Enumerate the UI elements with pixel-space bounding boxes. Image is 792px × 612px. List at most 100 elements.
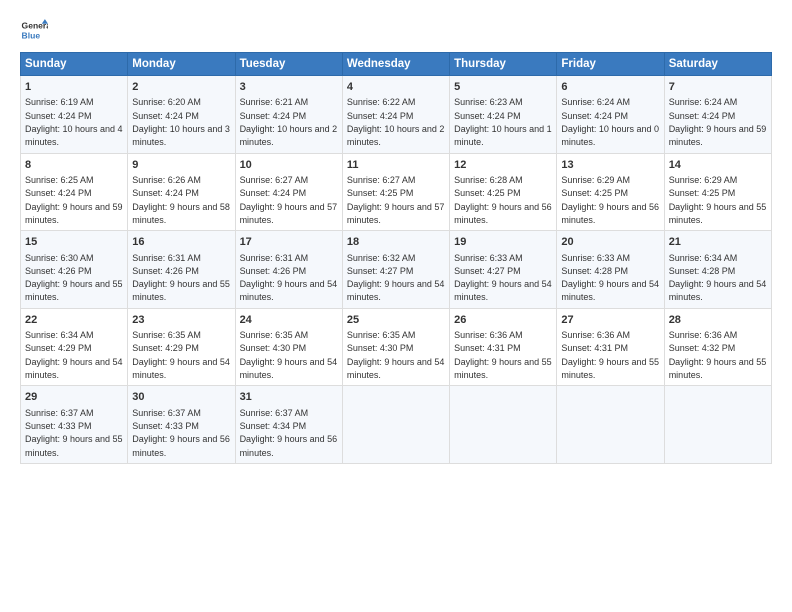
calendar-cell: 30 Sunrise: 6:37 AMSunset: 4:33 PMDayligh… <box>128 386 235 464</box>
calendar-cell: 7 Sunrise: 6:24 AMSunset: 4:24 PMDaylight… <box>664 76 771 154</box>
generalblue-logo-icon: General Blue <box>20 16 48 44</box>
cell-content: Sunrise: 6:20 AMSunset: 4:24 PMDaylight:… <box>132 97 230 147</box>
cell-content: Sunrise: 6:31 AMSunset: 4:26 PMDaylight:… <box>132 253 230 303</box>
calendar-cell: 14 Sunrise: 6:29 AMSunset: 4:25 PMDayligh… <box>664 153 771 231</box>
calendar-cell: 26 Sunrise: 6:36 AMSunset: 4:31 PMDayligh… <box>450 308 557 386</box>
day-number: 18 <box>347 235 445 250</box>
day-number: 3 <box>240 80 338 95</box>
calendar-cell: 28 Sunrise: 6:36 AMSunset: 4:32 PMDayligh… <box>664 308 771 386</box>
day-number: 8 <box>25 158 123 173</box>
calendar-cell: 17Sunrise: 6:31 AMSunset: 4:26 PMDayligh… <box>235 231 342 309</box>
cell-content: Sunrise: 6:22 AMSunset: 4:24 PMDaylight:… <box>347 97 445 147</box>
day-number: 7 <box>669 80 767 95</box>
cell-content: Sunrise: 6:30 AMSunset: 4:26 PMDaylight:… <box>25 253 123 303</box>
day-number: 14 <box>669 158 767 173</box>
day-number: 16 <box>132 235 230 250</box>
calendar-cell: 10 Sunrise: 6:27 AMSunset: 4:24 PMDayligh… <box>235 153 342 231</box>
logo: General Blue <box>20 16 48 44</box>
cell-content: Sunrise: 6:26 AMSunset: 4:24 PMDaylight:… <box>132 175 230 225</box>
cell-content: Sunrise: 6:36 AMSunset: 4:31 PMDaylight:… <box>454 330 552 380</box>
header: General Blue <box>20 16 772 44</box>
calendar-cell: 8Sunrise: 6:25 AMSunset: 4:24 PMDaylight… <box>21 153 128 231</box>
calendar-cell: 4 Sunrise: 6:22 AMSunset: 4:24 PMDaylight… <box>342 76 449 154</box>
cell-content: Sunrise: 6:32 AMSunset: 4:27 PMDaylight:… <box>347 253 445 303</box>
cell-content: Sunrise: 6:31 AMSunset: 4:26 PMDaylight:… <box>240 253 338 303</box>
calendar-header-row: SundayMondayTuesdayWednesdayThursdayFrid… <box>21 53 772 76</box>
day-number: 19 <box>454 235 552 250</box>
calendar-cell: 2Sunrise: 6:20 AMSunset: 4:24 PMDaylight… <box>128 76 235 154</box>
col-header-saturday: Saturday <box>664 53 771 76</box>
calendar-cell <box>342 386 449 464</box>
day-number: 22 <box>25 313 123 328</box>
calendar-cell: 16 Sunrise: 6:31 AMSunset: 4:26 PMDayligh… <box>128 231 235 309</box>
day-number: 21 <box>669 235 767 250</box>
day-number: 13 <box>561 158 659 173</box>
cell-content: Sunrise: 6:29 AMSunset: 4:25 PMDaylight:… <box>669 175 767 225</box>
day-number: 11 <box>347 158 445 173</box>
cell-content: Sunrise: 6:37 AMSunset: 4:34 PMDaylight:… <box>240 408 338 458</box>
day-number: 30 <box>132 390 230 405</box>
calendar-cell <box>557 386 664 464</box>
calendar-cell: 19 Sunrise: 6:33 AMSunset: 4:27 PMDayligh… <box>450 231 557 309</box>
day-number: 24 <box>240 313 338 328</box>
col-header-monday: Monday <box>128 53 235 76</box>
calendar-week-4: 22Sunrise: 6:34 AMSunset: 4:29 PMDayligh… <box>21 308 772 386</box>
day-number: 27 <box>561 313 659 328</box>
cell-content: Sunrise: 6:37 AMSunset: 4:33 PMDaylight:… <box>132 408 230 458</box>
calendar-cell: 13Sunrise: 6:29 AMSunset: 4:25 PMDayligh… <box>557 153 664 231</box>
col-header-friday: Friday <box>557 53 664 76</box>
day-number: 25 <box>347 313 445 328</box>
calendar-cell: 20 Sunrise: 6:33 AMSunset: 4:28 PMDayligh… <box>557 231 664 309</box>
calendar-cell: 18 Sunrise: 6:32 AMSunset: 4:27 PMDayligh… <box>342 231 449 309</box>
day-number: 5 <box>454 80 552 95</box>
day-number: 29 <box>25 390 123 405</box>
cell-content: Sunrise: 6:27 AMSunset: 4:25 PMDaylight:… <box>347 175 445 225</box>
day-number: 28 <box>669 313 767 328</box>
calendar-cell: 15Sunrise: 6:30 AMSunset: 4:26 PMDayligh… <box>21 231 128 309</box>
day-number: 9 <box>132 158 230 173</box>
day-number: 4 <box>347 80 445 95</box>
calendar-cell: 9 Sunrise: 6:26 AMSunset: 4:24 PMDaylight… <box>128 153 235 231</box>
col-header-wednesday: Wednesday <box>342 53 449 76</box>
day-number: 10 <box>240 158 338 173</box>
calendar-cell: 1Sunrise: 6:19 AMSunset: 4:24 PMDaylight… <box>21 76 128 154</box>
svg-text:Blue: Blue <box>22 31 41 41</box>
calendar-week-2: 8Sunrise: 6:25 AMSunset: 4:24 PMDaylight… <box>21 153 772 231</box>
calendar-cell: 24Sunrise: 6:35 AMSunset: 4:30 PMDayligh… <box>235 308 342 386</box>
calendar-cell: 21 Sunrise: 6:34 AMSunset: 4:28 PMDayligh… <box>664 231 771 309</box>
calendar-cell: 5 Sunrise: 6:23 AMSunset: 4:24 PMDaylight… <box>450 76 557 154</box>
calendar-cell: 22Sunrise: 6:34 AMSunset: 4:29 PMDayligh… <box>21 308 128 386</box>
calendar-cell: 25Sunrise: 6:35 AMSunset: 4:30 PMDayligh… <box>342 308 449 386</box>
day-number: 26 <box>454 313 552 328</box>
day-number: 23 <box>132 313 230 328</box>
calendar-cell: 23 Sunrise: 6:35 AMSunset: 4:29 PMDayligh… <box>128 308 235 386</box>
cell-content: Sunrise: 6:24 AMSunset: 4:24 PMDaylight:… <box>669 97 767 147</box>
cell-content: Sunrise: 6:21 AMSunset: 4:24 PMDaylight:… <box>240 97 338 147</box>
calendar-week-3: 15Sunrise: 6:30 AMSunset: 4:26 PMDayligh… <box>21 231 772 309</box>
cell-content: Sunrise: 6:35 AMSunset: 4:29 PMDaylight:… <box>132 330 230 380</box>
calendar-cell <box>450 386 557 464</box>
calendar-week-5: 29 Sunrise: 6:37 AMSunset: 4:33 PMDayligh… <box>21 386 772 464</box>
cell-content: Sunrise: 6:33 AMSunset: 4:28 PMDaylight:… <box>561 253 659 303</box>
cell-content: Sunrise: 6:34 AMSunset: 4:28 PMDaylight:… <box>669 253 767 303</box>
cell-content: Sunrise: 6:24 AMSunset: 4:24 PMDaylight:… <box>561 97 659 147</box>
day-number: 20 <box>561 235 659 250</box>
calendar-cell: 27 Sunrise: 6:36 AMSunset: 4:31 PMDayligh… <box>557 308 664 386</box>
calendar-cell: 11 Sunrise: 6:27 AMSunset: 4:25 PMDayligh… <box>342 153 449 231</box>
cell-content: Sunrise: 6:33 AMSunset: 4:27 PMDaylight:… <box>454 253 552 303</box>
cell-content: Sunrise: 6:27 AMSunset: 4:24 PMDaylight:… <box>240 175 338 225</box>
calendar-week-1: 1Sunrise: 6:19 AMSunset: 4:24 PMDaylight… <box>21 76 772 154</box>
calendar-cell: 3 Sunrise: 6:21 AMSunset: 4:24 PMDaylight… <box>235 76 342 154</box>
cell-content: Sunrise: 6:19 AMSunset: 4:24 PMDaylight:… <box>25 97 123 147</box>
calendar-cell: 12Sunrise: 6:28 AMSunset: 4:25 PMDayligh… <box>450 153 557 231</box>
calendar-cell: 6 Sunrise: 6:24 AMSunset: 4:24 PMDaylight… <box>557 76 664 154</box>
col-header-sunday: Sunday <box>21 53 128 76</box>
day-number: 31 <box>240 390 338 405</box>
calendar-table: SundayMondayTuesdayWednesdayThursdayFrid… <box>20 52 772 464</box>
cell-content: Sunrise: 6:36 AMSunset: 4:31 PMDaylight:… <box>561 330 659 380</box>
col-header-thursday: Thursday <box>450 53 557 76</box>
cell-content: Sunrise: 6:36 AMSunset: 4:32 PMDaylight:… <box>669 330 767 380</box>
cell-content: Sunrise: 6:28 AMSunset: 4:25 PMDaylight:… <box>454 175 552 225</box>
cell-content: Sunrise: 6:23 AMSunset: 4:24 PMDaylight:… <box>454 97 552 147</box>
day-number: 6 <box>561 80 659 95</box>
